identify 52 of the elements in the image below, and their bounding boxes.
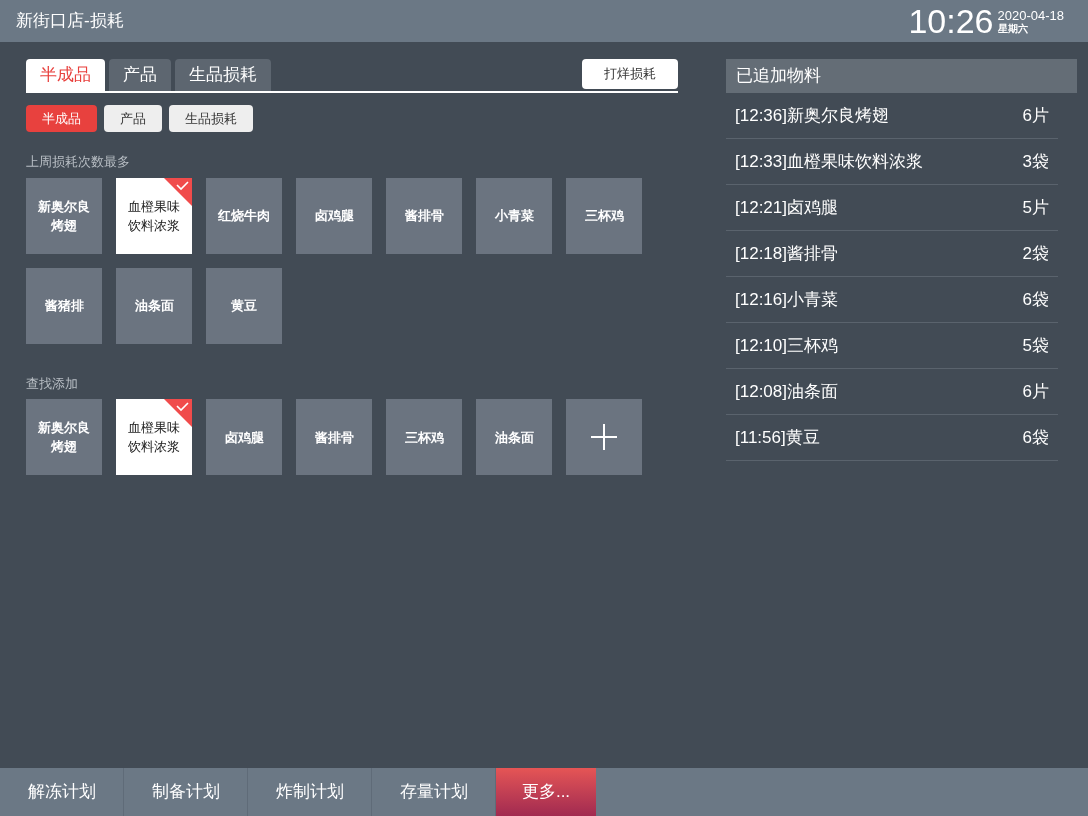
filter-chip[interactable]: 半成品 [26,105,97,132]
material-quantity: 2袋 [1022,242,1049,265]
filter-chip[interactable]: 产品 [104,105,162,132]
item-tile[interactable]: 酱猪排 [26,267,102,344]
section-label: 查找添加 [26,374,78,393]
item-tile[interactable]: 黄豆 [206,267,282,344]
material-quantity: 6袋 [1022,288,1049,311]
material-quantity: 5片 [1022,196,1049,219]
page-title: 新街口店-损耗 [16,10,124,33]
nav-tab[interactable]: 更多... [496,768,596,816]
item-tile[interactable]: 酱排骨 [296,399,372,475]
tab[interactable]: 产品 [109,59,171,91]
item-tile[interactable]: 油条面 [116,267,192,344]
item-tile[interactable]: 油条面 [476,399,552,475]
material-name: [12:36]新奥尔良烤翅 [735,104,889,127]
material-quantity: 5袋 [1022,334,1049,357]
material-name: [12:16]小青菜 [735,288,838,311]
material-quantity: 6片 [1022,380,1049,403]
material-name: [12:18]酱排骨 [735,242,838,265]
add-tile-button[interactable] [566,399,642,475]
date-text: 2020-04-18 [997,8,1064,22]
filter-chip[interactable]: 生品损耗 [169,105,253,132]
item-tile[interactable]: 血橙果味饮料浓浆 [116,399,192,475]
plus-icon [591,424,617,450]
nav-tab[interactable]: 解冻计划 [0,768,124,816]
section-label: 上周损耗次数最多 [26,153,130,171]
material-name: [12:10]三杯鸡 [735,334,838,357]
item-tile[interactable]: 卤鸡腿 [206,399,282,475]
tab[interactable]: 生品损耗 [175,59,271,91]
item-tile[interactable]: 卤鸡腿 [296,177,372,254]
item-tile[interactable]: 小青菜 [476,177,552,254]
item-tile[interactable]: 血橙果味饮料浓浆 [116,177,192,254]
material-name: [12:21]卤鸡腿 [735,196,838,219]
sample-loss-button[interactable]: 打烊损耗 [582,59,678,89]
item-tile[interactable]: 三杯鸡 [386,399,462,475]
material-quantity: 3袋 [1022,150,1049,173]
tab[interactable]: 半成品 [26,59,105,91]
material-name: [12:33]血橙果味饮料浓浆 [735,150,923,173]
item-tile[interactable]: 酱排骨 [386,177,462,254]
material-quantity: 6袋 [1022,426,1049,449]
nav-tab[interactable]: 制备计划 [124,768,248,816]
item-tile[interactable]: 三杯鸡 [566,177,642,254]
item-tile[interactable]: 新奥尔良烤翅 [26,177,102,254]
item-tile[interactable]: 红烧牛肉 [206,177,282,254]
material-quantity: 6片 [1022,104,1049,127]
nav-tab[interactable]: 炸制计划 [248,768,372,816]
panel-header: 已追加物料 [726,59,1077,93]
item-tile[interactable]: 新奥尔良烤翅 [26,399,102,475]
weekday-text: 星期六 [997,23,1029,34]
material-name: [12:08]油条面 [735,380,838,403]
material-name: [11:56]黄豆 [735,426,820,449]
clock-time: 10:26 [908,4,994,38]
